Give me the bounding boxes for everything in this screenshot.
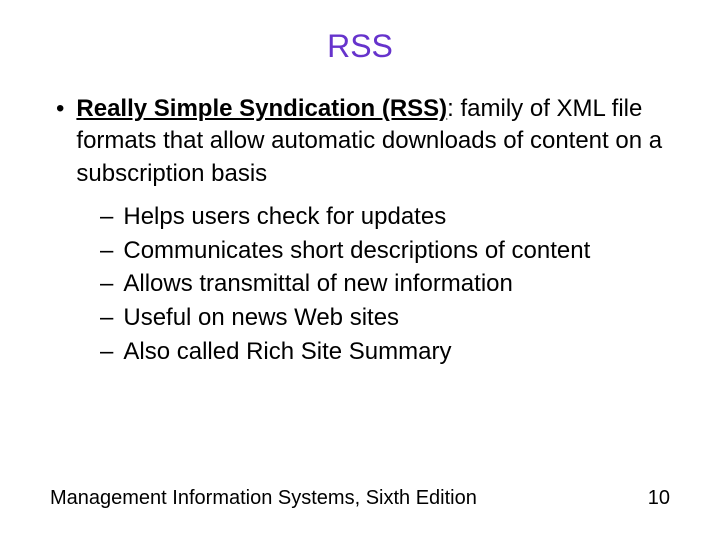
dash-marker: – (100, 234, 113, 268)
list-item: – Allows transmittal of new information (100, 267, 670, 301)
main-bullet-text: Really Simple Syndication (RSS): family … (76, 93, 670, 190)
main-bullet: • Really Simple Syndication (RSS): famil… (50, 93, 670, 190)
dash-marker: – (100, 301, 113, 335)
sub-item-text: Useful on news Web sites (123, 301, 399, 335)
sub-item-text: Communicates short descriptions of conte… (123, 234, 590, 268)
dash-marker: – (100, 335, 113, 369)
sub-bullet-list: – Helps users check for updates – Commun… (100, 200, 670, 368)
sub-item-text: Allows transmittal of new information (123, 267, 512, 301)
list-item: – Also called Rich Site Summary (100, 335, 670, 369)
slide-title: RSS (50, 28, 670, 65)
sub-item-text: Also called Rich Site Summary (123, 335, 451, 369)
list-item: – Communicates short descriptions of con… (100, 234, 670, 268)
list-item: – Useful on news Web sites (100, 301, 670, 335)
slide-footer: Management Information Systems, Sixth Ed… (50, 487, 670, 510)
dash-marker: – (100, 200, 113, 234)
list-item: – Helps users check for updates (100, 200, 670, 234)
footer-source: Management Information Systems, Sixth Ed… (50, 487, 477, 510)
dash-marker: – (100, 267, 113, 301)
slide-number: 10 (648, 487, 670, 510)
bullet-marker: • (56, 93, 64, 190)
defined-term: Really Simple Syndication (RSS) (76, 95, 447, 122)
sub-item-text: Helps users check for updates (123, 200, 446, 234)
